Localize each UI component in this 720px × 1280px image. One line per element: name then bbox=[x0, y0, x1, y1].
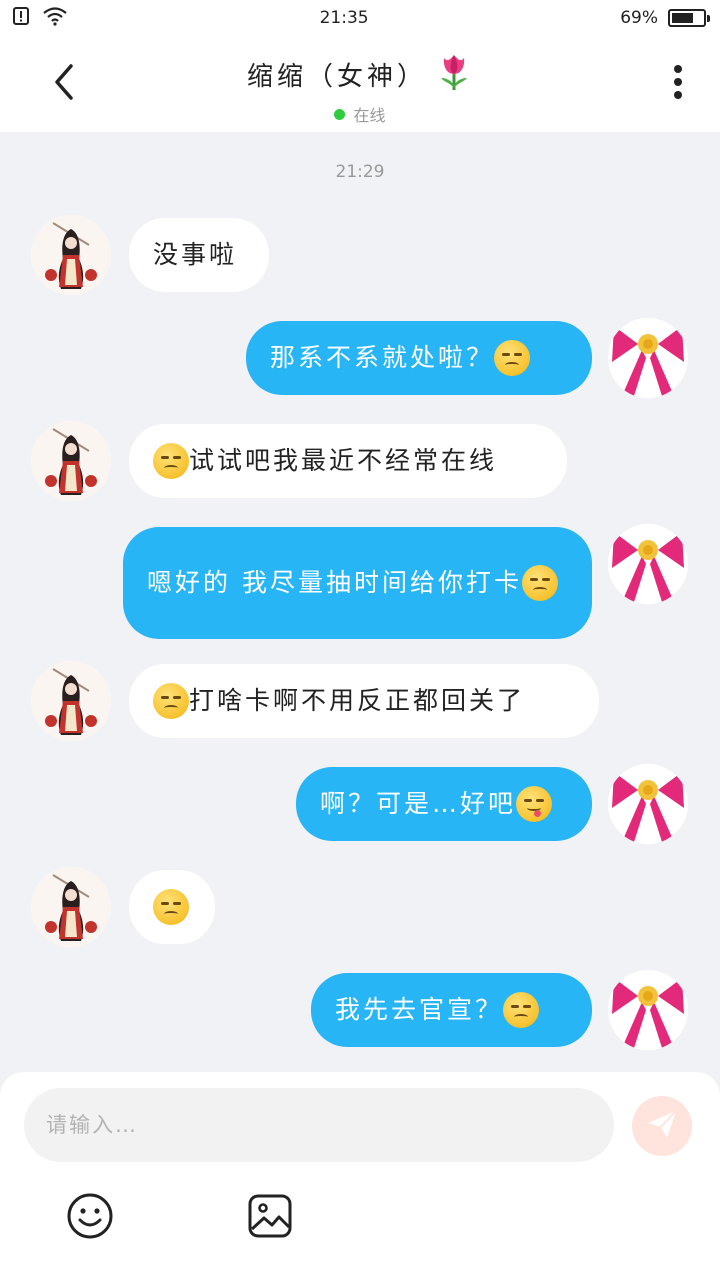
tulip-icon bbox=[435, 52, 473, 96]
send-button[interactable] bbox=[632, 1096, 692, 1156]
battery-percent: 69% bbox=[620, 8, 658, 28]
send-icon bbox=[645, 1107, 679, 1145]
more-vertical-icon bbox=[673, 64, 683, 104]
chevron-left-icon bbox=[51, 62, 77, 106]
message-text: 打啥卡啊不用反正都回关了 bbox=[189, 686, 526, 715]
contact-info[interactable]: 缩缩（女神） 在线 bbox=[160, 52, 560, 126]
pensive-face-emoji-icon bbox=[153, 443, 189, 479]
message-text: 嗯好的 我尽量抽时间给你打卡 bbox=[147, 568, 522, 597]
emoji-button[interactable] bbox=[65, 1193, 115, 1243]
composer-panel bbox=[0, 1072, 720, 1280]
incoming-message-bubble[interactable]: 没事啦 bbox=[129, 218, 269, 292]
battery-icon bbox=[667, 9, 710, 27]
outgoing-message-bubble[interactable]: 啊？可是…好吧 bbox=[296, 767, 592, 841]
contact-avatar[interactable] bbox=[31, 421, 111, 501]
presence-label: 在线 bbox=[353, 106, 386, 125]
my-avatar[interactable] bbox=[608, 764, 688, 844]
message-text: 我先去官宣？ bbox=[335, 995, 504, 1024]
wifi-icon bbox=[42, 6, 68, 31]
yum-face-emoji-icon bbox=[516, 786, 553, 822]
incoming-message-bubble[interactable] bbox=[129, 870, 215, 944]
my-avatar[interactable] bbox=[608, 318, 688, 398]
message-input[interactable] bbox=[24, 1088, 614, 1162]
outgoing-message-bubble[interactable]: 那系不系就处啦？ bbox=[246, 321, 592, 395]
chat-header: 缩缩（女神） 在线 bbox=[0, 36, 720, 132]
message-timestamp: 21:29 bbox=[335, 162, 385, 182]
pensive-face-emoji-icon bbox=[153, 683, 189, 719]
contact-name: 缩缩（女神） bbox=[246, 61, 427, 92]
online-dot bbox=[334, 108, 346, 120]
my-avatar[interactable] bbox=[608, 970, 688, 1050]
presence-status: 在线 bbox=[160, 102, 560, 126]
image-icon bbox=[247, 1193, 293, 1243]
pensive-face-emoji-icon bbox=[503, 992, 540, 1028]
contact-avatar[interactable] bbox=[31, 215, 111, 295]
alert-sim-icon bbox=[12, 6, 32, 31]
back-button[interactable] bbox=[40, 60, 88, 108]
pensive-face-emoji-icon bbox=[521, 565, 558, 601]
battery-level bbox=[671, 13, 693, 23]
status-bar: 21:35 69% bbox=[0, 0, 720, 36]
status-time: 21:35 bbox=[319, 8, 369, 28]
message-text: 试试吧我最近不经常在线 bbox=[189, 446, 498, 475]
status-icons-left bbox=[12, 6, 68, 31]
message-text: 啊？可是…好吧 bbox=[320, 789, 517, 818]
message-text: 那系不系就处啦？ bbox=[270, 343, 495, 372]
smiley-icon bbox=[66, 1192, 114, 1244]
message-text: 没事啦 bbox=[153, 240, 238, 269]
outgoing-message-bubble[interactable]: 我先去官宣？ bbox=[311, 973, 592, 1047]
status-icons-right: 69% bbox=[620, 8, 710, 28]
contact-avatar[interactable] bbox=[31, 867, 111, 947]
outgoing-message-bubble[interactable]: 嗯好的 我尽量抽时间给你打卡 bbox=[123, 527, 592, 639]
incoming-message-bubble[interactable]: 打啥卡啊不用反正都回关了 bbox=[129, 664, 599, 738]
more-options-button[interactable] bbox=[658, 60, 698, 108]
image-button[interactable] bbox=[245, 1193, 295, 1243]
incoming-message-bubble[interactable]: 试试吧我最近不经常在线 bbox=[129, 424, 567, 498]
contact-avatar[interactable] bbox=[31, 661, 111, 741]
frowning-face-emoji-icon bbox=[494, 340, 531, 376]
message-list[interactable]: 21:29 没事啦那系不系就处啦？ 试试吧我最近不经常在线嗯好的 我尽量抽时间给你… bbox=[0, 132, 720, 1072]
my-avatar[interactable] bbox=[608, 524, 688, 604]
pensive-face-emoji-icon bbox=[153, 889, 189, 925]
